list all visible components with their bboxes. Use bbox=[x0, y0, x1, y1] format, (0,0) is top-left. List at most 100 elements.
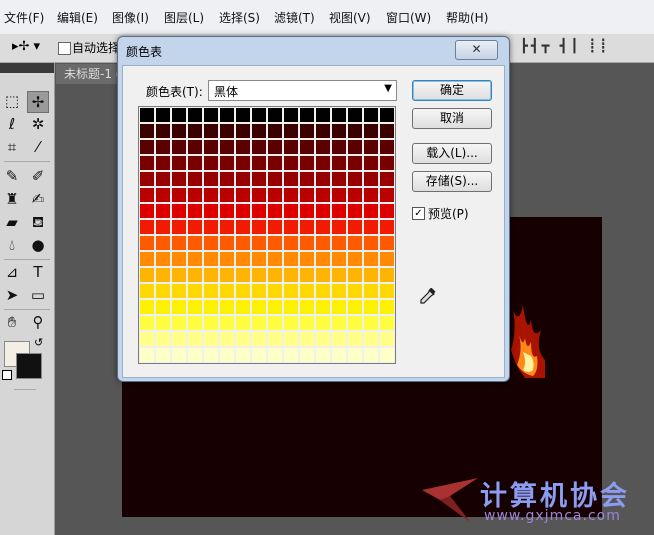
color-swatch[interactable] bbox=[284, 172, 298, 186]
color-swatch[interactable] bbox=[300, 156, 314, 170]
color-swatch[interactable] bbox=[172, 220, 186, 234]
color-swatch[interactable] bbox=[140, 204, 154, 218]
color-swatch[interactable] bbox=[348, 108, 362, 122]
color-swatch[interactable] bbox=[380, 348, 394, 362]
color-swatch[interactable] bbox=[204, 252, 218, 266]
color-swatch[interactable] bbox=[348, 188, 362, 202]
path-select-icon[interactable]: ➤ bbox=[1, 284, 23, 306]
eyedropper-tool-icon[interactable]: ⁄ bbox=[27, 136, 49, 158]
color-swatch[interactable] bbox=[156, 316, 170, 330]
color-swatch[interactable] bbox=[348, 140, 362, 154]
color-swatch[interactable] bbox=[252, 284, 266, 298]
color-swatch[interactable] bbox=[172, 156, 186, 170]
color-swatch[interactable] bbox=[380, 252, 394, 266]
color-swatch[interactable] bbox=[300, 220, 314, 234]
color-swatch[interactable] bbox=[284, 236, 298, 250]
color-swatch[interactable] bbox=[348, 124, 362, 138]
color-swatch[interactable] bbox=[188, 172, 202, 186]
color-swatch[interactable] bbox=[252, 124, 266, 138]
color-swatch[interactable] bbox=[300, 140, 314, 154]
color-swatch[interactable] bbox=[268, 300, 282, 314]
color-swatch[interactable] bbox=[268, 332, 282, 346]
color-swatch[interactable] bbox=[364, 236, 378, 250]
color-swatch[interactable] bbox=[204, 268, 218, 282]
color-swatch[interactable] bbox=[252, 204, 266, 218]
color-swatch[interactable] bbox=[348, 156, 362, 170]
color-swatch[interactable] bbox=[140, 268, 154, 282]
color-swatch[interactable] bbox=[220, 172, 234, 186]
color-swatch[interactable] bbox=[300, 252, 314, 266]
color-swatch[interactable] bbox=[172, 172, 186, 186]
color-swatch[interactable] bbox=[220, 236, 234, 250]
color-swatch[interactable] bbox=[236, 284, 250, 298]
color-swatch[interactable] bbox=[140, 108, 154, 122]
color-swatch[interactable] bbox=[252, 156, 266, 170]
color-swatch[interactable] bbox=[380, 332, 394, 346]
color-swatch[interactable] bbox=[172, 332, 186, 346]
color-swatch[interactable] bbox=[140, 332, 154, 346]
color-swatch[interactable] bbox=[156, 204, 170, 218]
color-swatch[interactable] bbox=[188, 140, 202, 154]
color-swatch[interactable] bbox=[348, 332, 362, 346]
color-swatch[interactable] bbox=[300, 124, 314, 138]
color-swatch[interactable] bbox=[316, 332, 330, 346]
color-swatch[interactable] bbox=[188, 236, 202, 250]
color-swatch[interactable] bbox=[172, 300, 186, 314]
color-swatch[interactable] bbox=[236, 140, 250, 154]
menu-file[interactable]: 文件(F) bbox=[4, 9, 44, 26]
color-swatch[interactable] bbox=[268, 172, 282, 186]
close-button[interactable]: ✕ bbox=[455, 40, 498, 60]
color-swatch[interactable] bbox=[156, 252, 170, 266]
color-swatch[interactable] bbox=[364, 156, 378, 170]
color-swatch[interactable] bbox=[252, 252, 266, 266]
move-tool-icon[interactable]: ▸✢ ▾ bbox=[12, 39, 40, 54]
color-swatch[interactable] bbox=[236, 332, 250, 346]
color-swatch[interactable] bbox=[332, 316, 346, 330]
color-swatch[interactable] bbox=[364, 268, 378, 282]
color-swatch[interactable] bbox=[268, 316, 282, 330]
save-button[interactable]: 存储(S)... bbox=[412, 171, 492, 192]
color-swatch[interactable] bbox=[188, 188, 202, 202]
color-swatch[interactable] bbox=[188, 284, 202, 298]
color-swatch[interactable] bbox=[316, 204, 330, 218]
color-swatch[interactable] bbox=[268, 156, 282, 170]
healing-brush-icon[interactable]: ✎ bbox=[1, 165, 23, 187]
blur-tool-icon[interactable]: 💧︎ bbox=[1, 234, 23, 256]
color-swatch[interactable] bbox=[268, 124, 282, 138]
color-swatch[interactable] bbox=[188, 316, 202, 330]
lasso-tool-icon[interactable]: ℓ bbox=[1, 113, 23, 135]
color-swatch[interactable] bbox=[268, 188, 282, 202]
color-swatch[interactable] bbox=[220, 204, 234, 218]
color-swatch[interactable] bbox=[172, 268, 186, 282]
color-swatch[interactable] bbox=[380, 140, 394, 154]
color-swatch[interactable] bbox=[188, 220, 202, 234]
color-swatch[interactable] bbox=[380, 300, 394, 314]
color-swatch[interactable] bbox=[268, 252, 282, 266]
ok-button[interactable]: 确定 bbox=[412, 80, 492, 101]
color-swatch[interactable] bbox=[364, 332, 378, 346]
color-swatch[interactable] bbox=[140, 316, 154, 330]
color-swatch[interactable] bbox=[380, 236, 394, 250]
color-swatch[interactable] bbox=[348, 236, 362, 250]
color-swatch[interactable] bbox=[300, 316, 314, 330]
color-swatch[interactable] bbox=[188, 268, 202, 282]
swap-colors-icon[interactable]: ↺ bbox=[34, 336, 43, 349]
color-swatch[interactable] bbox=[284, 284, 298, 298]
color-swatch[interactable] bbox=[204, 316, 218, 330]
pen-tool-icon[interactable]: ⊿ bbox=[1, 261, 23, 283]
color-swatch[interactable] bbox=[316, 300, 330, 314]
color-swatch[interactable] bbox=[140, 156, 154, 170]
color-swatch[interactable] bbox=[332, 284, 346, 298]
color-swatch[interactable] bbox=[364, 316, 378, 330]
color-swatch[interactable] bbox=[316, 108, 330, 122]
color-swatch[interactable] bbox=[348, 300, 362, 314]
color-swatch[interactable] bbox=[172, 236, 186, 250]
move-tool-icon[interactable]: ✢ bbox=[27, 91, 49, 113]
hand-tool-icon[interactable]: ✋︎ bbox=[1, 311, 23, 333]
color-swatch[interactable] bbox=[172, 348, 186, 362]
color-swatch[interactable] bbox=[172, 252, 186, 266]
cancel-button[interactable]: 取消 bbox=[412, 108, 492, 129]
color-swatch[interactable] bbox=[300, 172, 314, 186]
color-swatch[interactable] bbox=[284, 188, 298, 202]
type-tool-icon[interactable]: T bbox=[27, 261, 49, 283]
